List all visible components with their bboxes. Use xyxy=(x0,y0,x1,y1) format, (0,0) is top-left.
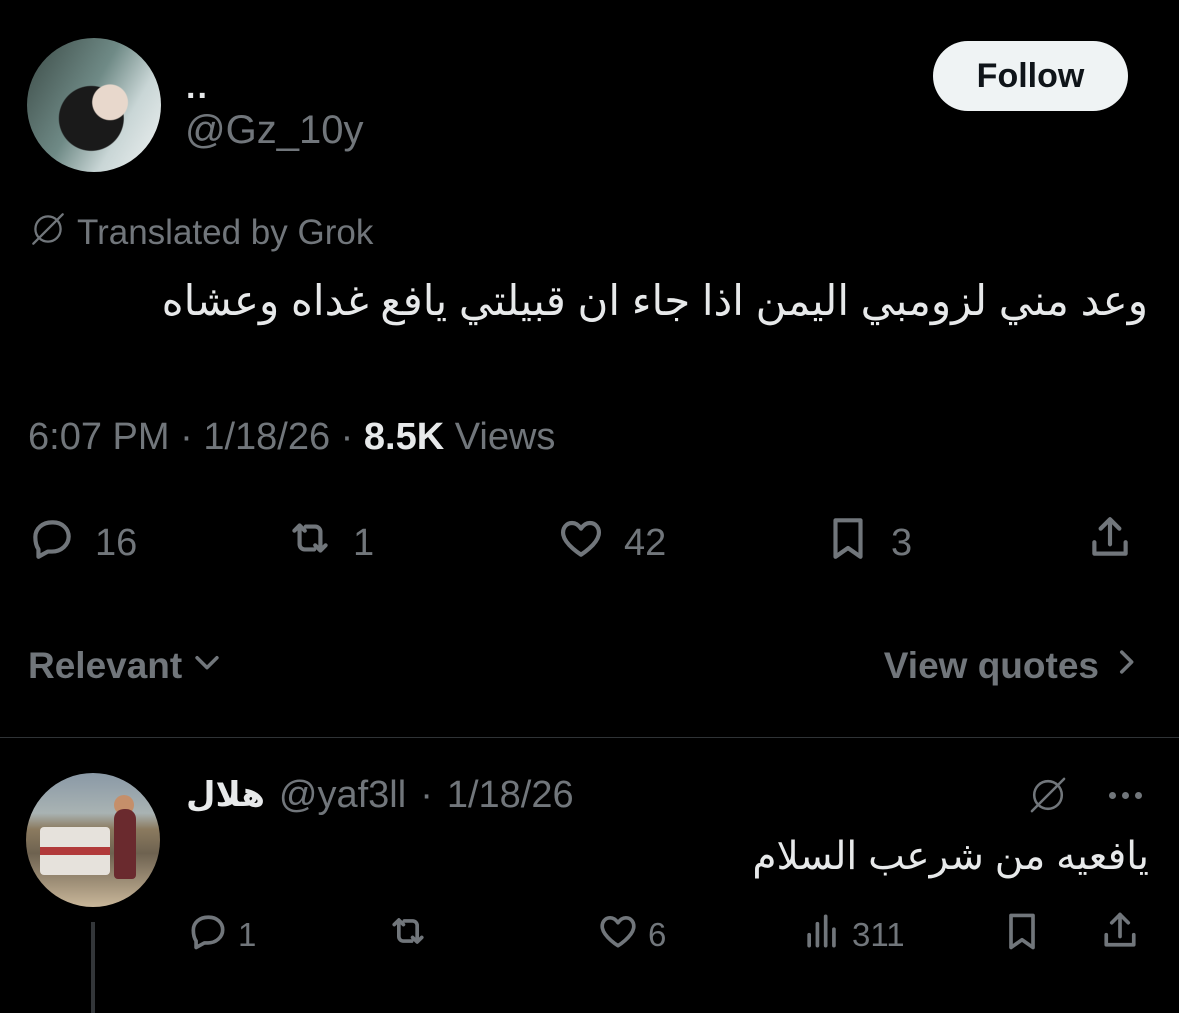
bookmark-button[interactable]: 3 xyxy=(823,512,912,574)
repost-button[interactable]: 1 xyxy=(285,512,374,574)
reply-views-count: 311 xyxy=(852,916,905,953)
view-quotes-link[interactable]: View quotes xyxy=(884,638,1143,694)
reply-display-name[interactable]: هلال xyxy=(186,775,265,815)
translated-label: Translated by Grok xyxy=(77,213,374,252)
reply-reply-count: 1 xyxy=(238,916,257,953)
reply-icon xyxy=(27,513,77,573)
bookmark-icon xyxy=(823,513,873,573)
views-count: 8.5K xyxy=(363,416,445,458)
repost-icon xyxy=(285,513,335,573)
author-display-name[interactable]: .. xyxy=(186,70,209,104)
share-icon xyxy=(1098,909,1142,961)
grok-icon[interactable] xyxy=(1025,772,1071,818)
author-avatar[interactable] xyxy=(27,38,161,172)
post-actions: 16 1 42 3 xyxy=(27,512,1147,574)
reply-views-button[interactable]: 311 xyxy=(800,908,905,962)
reply-reply-button[interactable]: 1 xyxy=(186,908,256,962)
like-icon xyxy=(596,909,640,961)
reply-count: 16 xyxy=(95,521,138,564)
sort-label: Relevant xyxy=(28,645,183,686)
avatar-stripe xyxy=(40,847,110,855)
thread-line xyxy=(91,922,95,1013)
reply-like-count: 6 xyxy=(648,916,667,953)
follow-button[interactable]: Follow xyxy=(933,41,1128,111)
post-date[interactable]: 1/18/26 xyxy=(203,416,330,459)
share-icon xyxy=(1085,513,1135,573)
reply-text: يافعيه من شرعب السلام xyxy=(752,835,1149,878)
grok-icon xyxy=(27,208,69,259)
reply-handle[interactable]: @yaf3ll xyxy=(279,774,406,817)
like-button[interactable]: 42 xyxy=(556,512,666,574)
reply-author-avatar[interactable] xyxy=(26,773,160,907)
chevron-right-icon xyxy=(1109,645,1143,688)
view-quotes-label: View quotes xyxy=(883,645,1099,686)
repost-count: 1 xyxy=(353,521,375,564)
bookmark-icon xyxy=(1000,909,1044,961)
reply-icon xyxy=(186,909,230,961)
author-handle[interactable]: @Gz_10y xyxy=(185,108,363,152)
reply-actions: 1 6 311 xyxy=(186,908,1146,962)
reply-share-button[interactable] xyxy=(1098,908,1142,962)
bookmark-count: 3 xyxy=(891,521,913,564)
reply-repost-button[interactable] xyxy=(386,908,438,962)
translated-by-grok[interactable]: Translated by Grok xyxy=(27,210,373,256)
share-button[interactable] xyxy=(1085,512,1135,574)
post-meta: 6:07 PM · 1/18/26 · 8.5K Views xyxy=(28,416,555,459)
reply-header: هلال @yaf3ll · 1/18/26 xyxy=(186,770,574,820)
like-icon xyxy=(556,513,606,573)
reply-like-button[interactable]: 6 xyxy=(596,908,666,962)
meta-separator: · xyxy=(169,416,204,458)
avatar-figure xyxy=(114,809,136,879)
sort-replies-dropdown[interactable]: Relevant xyxy=(28,638,224,694)
views-icon xyxy=(800,909,844,961)
views-label: Views xyxy=(444,416,556,458)
chevron-down-icon xyxy=(190,645,224,688)
repost-icon xyxy=(386,909,430,961)
more-icon[interactable] xyxy=(1100,772,1150,818)
post-text: وعد مني لزومبي اليمن اذا جاء ان قبيلتي ي… xyxy=(161,277,1148,324)
reply-date[interactable]: 1/18/26 xyxy=(447,774,574,817)
reply-date-separator: · xyxy=(420,773,433,816)
meta-separator: · xyxy=(330,416,364,458)
divider xyxy=(0,737,1179,738)
reply-bookmark-button[interactable] xyxy=(1000,908,1044,962)
reply-button[interactable]: 16 xyxy=(27,512,137,574)
post-time[interactable]: 6:07 PM xyxy=(28,416,170,459)
like-count: 42 xyxy=(624,521,667,564)
